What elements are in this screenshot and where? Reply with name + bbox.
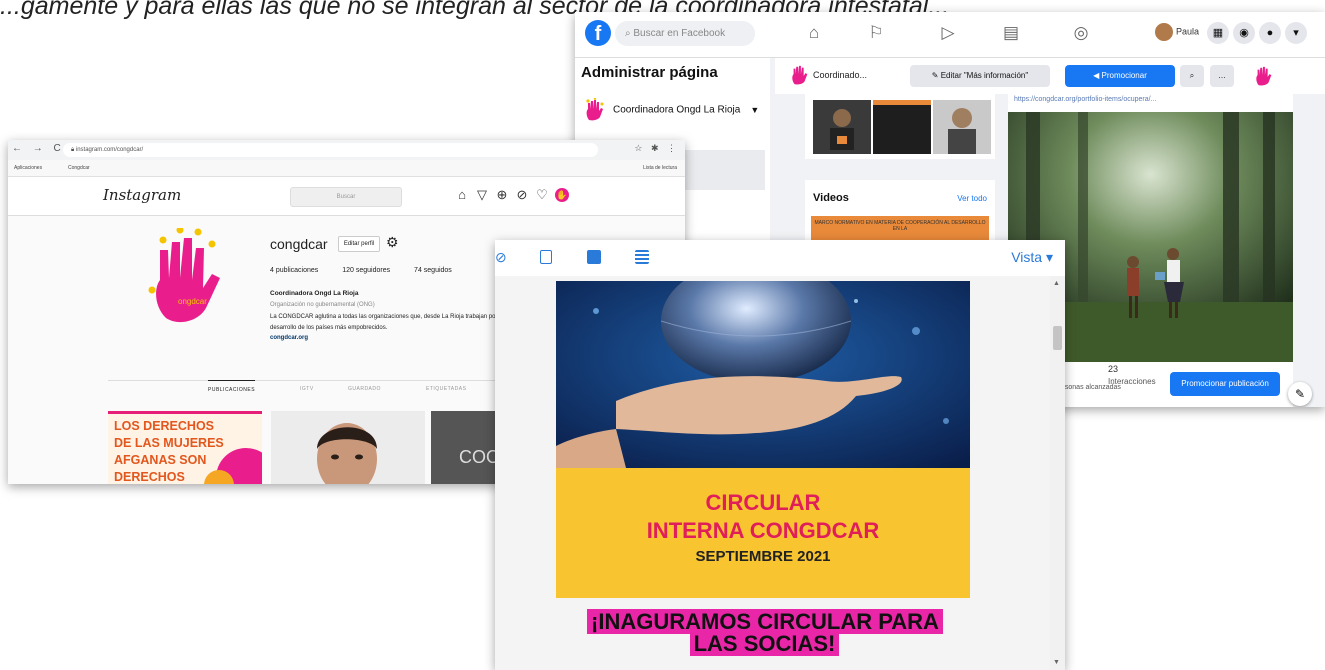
new-post-icon[interactable]: ⊕ [495, 188, 509, 202]
grid-icon[interactable]: ▦ [1207, 22, 1229, 44]
post-text: COO [459, 447, 501, 467]
interactions-count: 23 [1108, 364, 1119, 374]
instagram-search-input[interactable]: Buscar [290, 187, 402, 207]
viewer-toolbar: ⊘ Vista ▾ [495, 240, 1065, 276]
home-icon[interactable]: ⌂ [803, 22, 825, 44]
videos-title: Videos [813, 192, 849, 204]
photos-card [805, 94, 995, 159]
bookmarks-bar: Aplicaciones Congdcar Lista de lectura [8, 160, 685, 177]
post-thumbnail[interactable]: LOS DERECHOS DE LAS MUJERES AFGANAS SON … [108, 411, 262, 484]
vertical-scrollbar[interactable]: ▲ ▼ [1050, 276, 1065, 670]
circular-title-line2: INTERNA CONGDCAR [646, 518, 880, 543]
bookmark-folder[interactable]: Congdcar [68, 160, 90, 176]
profile-full-name: Coordinadora Ongd La Rioja [270, 290, 359, 297]
chevron-down-icon: ▼ [750, 104, 760, 115]
view-menu[interactable]: Vista ▾ [1011, 249, 1053, 266]
store-icon[interactable]: ▤ [1000, 22, 1022, 44]
profile-category: Organización no gubernamental (ONG) [270, 302, 375, 308]
bookmark-icon[interactable] [540, 250, 552, 264]
tab-tagged[interactable]: ETIQUETADAS [426, 386, 466, 392]
circular-date: SEPTIEMBRE 2021 [695, 548, 831, 565]
document-page: CIRCULAR INTERNA CONGDCAR SEPTIEMBRE 202… [495, 276, 1050, 670]
globe-hand-image [556, 281, 970, 468]
search-icon[interactable]: ⌕ [1180, 65, 1204, 87]
facebook-logo[interactable]: f [585, 20, 611, 46]
facebook-topbar: f ⌕ Buscar en Facebook ⌂ ⚐ ▷ ▤ ◎ Paula ▦… [575, 12, 1325, 58]
post-text: LOS DERECHOS DE LAS MUJERES AFGANAS SON … [114, 419, 224, 484]
photo-thumbnail[interactable] [873, 100, 931, 154]
explore-icon[interactable]: ⊘ [515, 188, 529, 202]
circular-banner: CIRCULAR INTERNA CONGDCAR SEPTIEMBRE 202… [556, 468, 970, 598]
video-icon[interactable]: ▷ [937, 22, 959, 44]
scrollbar-thumb[interactable] [1053, 326, 1062, 350]
post-link[interactable]: https://congdcar.org/portfolio-items/ocu… [1014, 96, 1156, 103]
profile-bio: La CONGDCAR aglutina a todas las organiz… [270, 314, 504, 331]
edit-icon[interactable]: ✎ [1288, 382, 1312, 406]
home-icon[interactable]: ⌂ [455, 188, 469, 202]
list-icon[interactable] [635, 250, 649, 264]
browser-toolbar: ← → C 🔒︎ instagram.com/congdcar/ ☆ ✱ ⋮ [8, 140, 685, 160]
bookmark-apps[interactable]: Aplicaciones [14, 160, 42, 176]
profile-chip[interactable]: Paula [1155, 23, 1199, 41]
photo-thumbnail[interactable] [933, 100, 991, 154]
flag-icon[interactable]: ⚐ [865, 22, 887, 44]
groups-icon[interactable]: ◎ [1070, 22, 1092, 44]
page-name[interactable]: Coordinado... [813, 70, 867, 80]
promote-post-button[interactable]: Promocionar publicación [1170, 372, 1280, 396]
send-icon[interactable]: ▽ [475, 188, 489, 202]
tab-igtv[interactable]: IGTV [300, 386, 314, 392]
posts-count: 4 publicaciones [270, 267, 319, 274]
following-count[interactable]: 74 seguidos [414, 267, 452, 274]
see-all-link[interactable]: Ver todo [957, 194, 987, 203]
reading-list[interactable]: Lista de lectura [643, 160, 677, 176]
photo-thumbnail[interactable] [813, 100, 871, 154]
followers-count[interactable]: 120 seguidores [342, 267, 390, 274]
person-photo [813, 100, 871, 154]
avatar [1155, 23, 1173, 41]
edit-info-button[interactable]: ✎ Editar "Más información" [910, 65, 1050, 87]
bell-icon[interactable]: ● [1259, 22, 1281, 44]
page-selector[interactable]: Coordinadora Ongd La Rioja ▼ [583, 98, 759, 122]
portrait-photo [271, 411, 425, 484]
page-action-bar: Coordinado... ✎ Editar "Más información"… [775, 58, 1325, 94]
headline: ¡INAGURAMOS CIRCULAR PARA LAS SOCIAS! [587, 609, 943, 656]
tab-saved[interactable]: GUARDADO [348, 386, 381, 392]
nav-buttons[interactable]: ← → C [12, 143, 65, 154]
facebook-search-input[interactable]: ⌕ Buscar en Facebook [615, 21, 755, 46]
heart-icon[interactable]: ♡ [535, 188, 549, 202]
promote-button[interactable]: ◀ Promocionar [1065, 65, 1175, 87]
brand-hand-icon [792, 65, 808, 85]
rotate-icon[interactable]: ⊘ [495, 250, 509, 264]
profile-stats: 4 publicaciones 120 seguidores 74 seguid… [270, 267, 474, 274]
edit-profile-button[interactable]: Editar perfil [338, 236, 380, 252]
post-thumbnail[interactable] [271, 411, 425, 484]
video-call-photo [873, 100, 931, 154]
scroll-down-icon[interactable]: ▼ [1053, 659, 1060, 666]
address-bar[interactable]: 🔒︎ instagram.com/congdcar/ [63, 143, 598, 157]
scroll-up-icon[interactable]: ▲ [1053, 280, 1060, 287]
interactions-label: Interacciones [1108, 377, 1156, 386]
tab-posts[interactable]: PUBLICACIONES [208, 380, 256, 393]
profile-website-link[interactable]: congdcar.org [270, 335, 308, 341]
megaphone-icon: ◀ [1093, 71, 1102, 80]
instagram-logo[interactable]: Instagram [103, 186, 181, 204]
circular-title-line1: CIRCULAR [705, 490, 821, 515]
browser-controls[interactable]: ☆ ✱ ⋮ [634, 143, 679, 154]
image-icon[interactable] [587, 250, 601, 264]
instagram-header: Instagram Buscar ⌂ ▽ ⊕ ⊘ ♡ ✋ [8, 177, 685, 216]
profile-picture[interactable]: ongdcar [148, 228, 228, 328]
sidebar-title: Administrar página [581, 64, 718, 81]
person-photo [933, 100, 991, 154]
profile-username: congdcar [270, 236, 328, 252]
brand-wordmark: ongdcar [178, 297, 207, 306]
document-viewer: ⊘ Vista ▾ CIRCULAR INTERNA CONGDCAR SEPT… [495, 240, 1065, 670]
more-icon[interactable]: … [1210, 65, 1234, 87]
edit-icon: ✎ [931, 71, 941, 80]
brand-hand-icon [586, 98, 604, 121]
page-switcher-icon[interactable] [1253, 65, 1275, 87]
chevron-down-icon[interactable]: ▾ [1285, 22, 1307, 44]
messenger-icon[interactable]: ◉ [1233, 22, 1255, 44]
avatar[interactable]: ✋ [555, 188, 569, 202]
gear-icon[interactable]: ⚙ [386, 234, 399, 251]
